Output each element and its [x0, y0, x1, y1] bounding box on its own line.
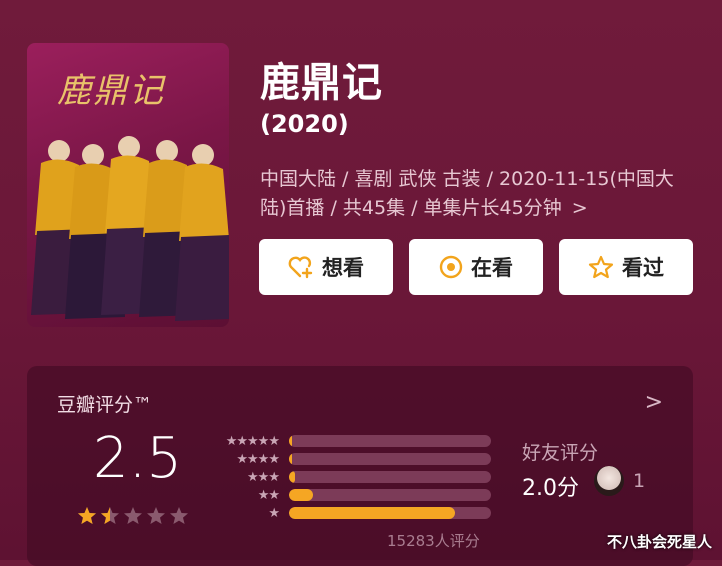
star-icon: [588, 255, 614, 279]
rating-bar-fill: [289, 471, 295, 483]
movie-title: 鹿鼎记: [260, 60, 383, 106]
watching-label: 在看: [471, 256, 513, 280]
rating-bar-track: [289, 489, 491, 501]
rating-bar-label: ★★★★★: [225, 433, 280, 449]
rating-bar-fill: [289, 453, 292, 465]
movie-meta-text: 中国大陆 / 喜剧 武侠 古装 / 2020-11-15(中国大陆)首播 / 共…: [260, 168, 674, 219]
rating-bar-fill: [289, 489, 313, 501]
rating-distribution: ★★★★★ ★★★★ ★★★ ★★ ★: [209, 432, 491, 522]
rating-star-icon: [101, 507, 119, 524]
rating-bar-row: ★★★★★: [209, 432, 491, 450]
rating-card[interactable]: 豆瓣评分™ > 2.5 ★★★★★ ★★★★ ★★★ ★★ ★ 15283人评分 好友评…: [27, 366, 693, 566]
rating-star-icon: [147, 507, 165, 524]
friend-rating-label: 好友评分: [522, 442, 599, 464]
watching-button[interactable]: 在看: [409, 239, 543, 295]
watching-icon: [439, 255, 463, 279]
poster-image[interactable]: 鹿鼎记: [27, 43, 229, 327]
chevron-right-icon[interactable]: >: [645, 390, 663, 415]
heart-plus-icon: [288, 255, 314, 279]
rating-bar-label: ★★★: [247, 469, 280, 485]
watermark: 不八卦会死星人: [606, 533, 712, 551]
movie-meta[interactable]: 中国大陆 / 喜剧 武侠 古装 / 2020-11-15(中国大陆)首播 / 共…: [260, 165, 690, 223]
movie-year: (2020): [260, 110, 349, 138]
rating-bar-row: ★★★: [209, 468, 491, 486]
want-to-watch-label: 想看: [322, 256, 364, 280]
chevron-right-icon: >: [571, 197, 588, 219]
rating-score: 2.5: [93, 426, 183, 491]
friend-rating-count: 1: [633, 470, 646, 492]
want-to-watch-button[interactable]: 想看: [259, 239, 393, 295]
rating-bar-label: ★: [268, 505, 280, 521]
rating-bar-label: ★★★★: [236, 451, 280, 467]
rating-bar-track: [289, 453, 491, 465]
poster-figures: [31, 136, 229, 321]
rating-stars: [77, 506, 189, 526]
rating-bar-row: ★★★★: [209, 450, 491, 468]
rating-bar-fill: [289, 435, 292, 447]
rating-bar-track: [289, 471, 491, 483]
rating-star-icon: [170, 507, 188, 524]
friend-rating-score: 2.0分: [522, 476, 579, 501]
rating-count[interactable]: 15283人评分: [387, 530, 480, 551]
rating-bar-row: ★★: [209, 486, 491, 504]
action-buttons: 想看 在看 看过: [259, 239, 693, 295]
rating-title: 豆瓣评分™: [57, 394, 153, 416]
watched-label: 看过: [622, 256, 664, 280]
rating-star-icon: [78, 507, 96, 524]
rating-bar-track: [289, 507, 491, 519]
rating-star-icon: [124, 507, 142, 524]
avatar[interactable]: [594, 466, 624, 496]
rating-bar-track: [289, 435, 491, 447]
rating-bar-row: ★: [209, 504, 491, 522]
rating-bar-label: ★★: [257, 487, 280, 503]
rating-bar-fill: [289, 507, 455, 519]
watched-button[interactable]: 看过: [559, 239, 693, 295]
